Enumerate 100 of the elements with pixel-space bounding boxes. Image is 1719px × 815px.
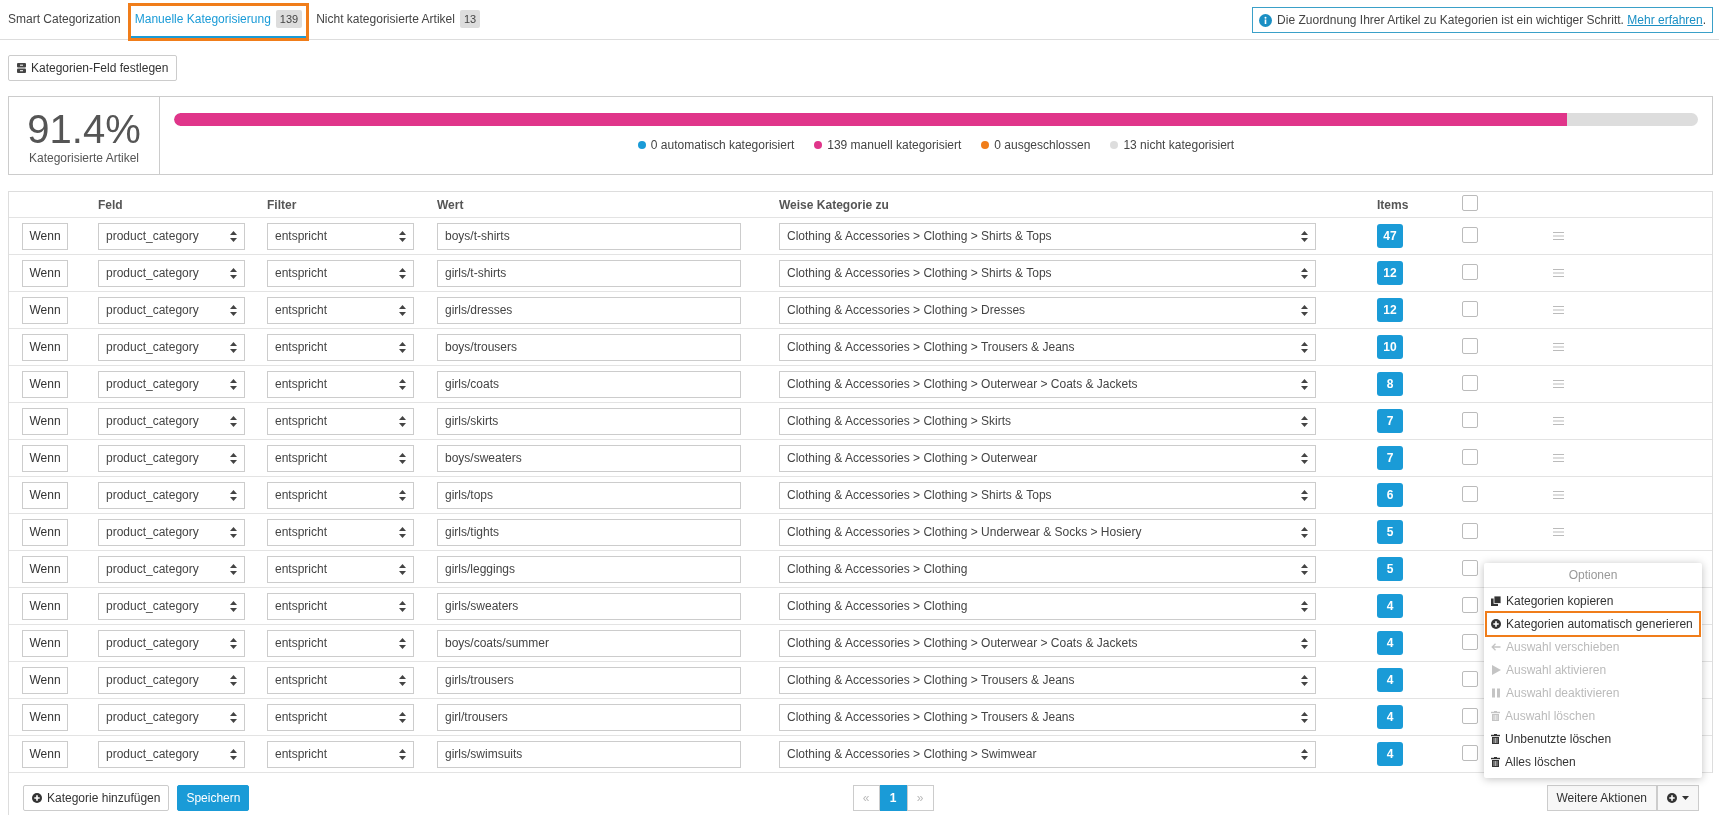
checkbox[interactable] bbox=[1462, 596, 1478, 613]
select-field[interactable]: product_category bbox=[98, 592, 245, 620]
condition-button[interactable]: Wenn bbox=[22, 518, 68, 546]
condition-button[interactable]: Wenn bbox=[22, 333, 68, 361]
checkbox[interactable] bbox=[1462, 559, 1478, 576]
text-field[interactable]: boys/t-shirts bbox=[437, 222, 741, 250]
text-field[interactable]: girls/sweaters bbox=[437, 592, 741, 620]
add-dropdown-button[interactable] bbox=[1657, 785, 1699, 811]
select-field[interactable]: Clothing & Accessories > Clothing > Shirts & Tops bbox=[779, 481, 1316, 509]
text-field[interactable]: girls/leggings bbox=[437, 555, 741, 583]
select-field[interactable]: product_category bbox=[98, 740, 245, 768]
select-field[interactable]: entspricht bbox=[267, 629, 414, 657]
select-field[interactable]: Clothing & Accessories > Clothing > Outerwear bbox=[779, 444, 1316, 472]
checkbox[interactable] bbox=[1462, 744, 1478, 761]
select-field[interactable]: product_category bbox=[98, 296, 245, 324]
condition-button[interactable]: Wenn bbox=[22, 555, 68, 583]
more-actions-button[interactable]: Weitere Aktionen bbox=[1546, 785, 1657, 811]
condition-button[interactable]: Wenn bbox=[22, 481, 68, 509]
checkbox[interactable] bbox=[1462, 263, 1478, 280]
checkbox[interactable] bbox=[1462, 337, 1478, 354]
select-field[interactable]: product_category bbox=[98, 370, 245, 398]
select-field[interactable]: product_category bbox=[98, 703, 245, 731]
select-field[interactable]: entspricht bbox=[267, 407, 414, 435]
text-field[interactable]: girls/t-shirts bbox=[437, 259, 741, 287]
text-field[interactable]: girls/swimsuits bbox=[437, 740, 741, 768]
select-field[interactable]: entspricht bbox=[267, 592, 414, 620]
condition-button[interactable]: Wenn bbox=[22, 703, 68, 731]
learn-more-link[interactable]: Mehr erfahren bbox=[1627, 13, 1703, 27]
select-field[interactable]: product_category bbox=[98, 555, 245, 583]
condition-button[interactable]: Wenn bbox=[22, 407, 68, 435]
select-field[interactable]: entspricht bbox=[267, 222, 414, 250]
select-field[interactable]: entspricht bbox=[267, 518, 414, 546]
condition-button[interactable]: Wenn bbox=[22, 740, 68, 768]
checkbox[interactable] bbox=[1462, 448, 1478, 465]
select-field[interactable]: product_category bbox=[98, 222, 245, 250]
select-field[interactable]: Clothing & Accessories > Clothing bbox=[779, 592, 1316, 620]
condition-button[interactable]: Wenn bbox=[22, 592, 68, 620]
text-field[interactable]: girls/coats bbox=[437, 370, 741, 398]
select-field[interactable]: Clothing & Accessories > Clothing > Trousers & Jeans bbox=[779, 703, 1316, 731]
select-field[interactable]: Clothing & Accessories > Clothing > Trousers & Jeans bbox=[779, 333, 1316, 361]
select-field[interactable]: Clothing & Accessories > Clothing > Outerwear > Coats & Jackets bbox=[779, 629, 1316, 657]
select-field[interactable]: entspricht bbox=[267, 703, 414, 731]
select-field[interactable]: Clothing & Accessories > Clothing > Skirts bbox=[779, 407, 1316, 435]
select-field[interactable]: entspricht bbox=[267, 444, 414, 472]
checkbox[interactable] bbox=[1462, 374, 1478, 391]
menu-item[interactable]: Kategorien kopieren bbox=[1487, 590, 1699, 612]
select-field[interactable]: entspricht bbox=[267, 370, 414, 398]
select-field[interactable]: entspricht bbox=[267, 666, 414, 694]
tab[interactable]: Manuelle Kategorisierung 139 bbox=[130, 6, 307, 38]
select-field[interactable]: entspricht bbox=[267, 333, 414, 361]
condition-button[interactable]: Wenn bbox=[22, 222, 68, 250]
select-field[interactable]: product_category bbox=[98, 629, 245, 657]
select-field[interactable]: Clothing & Accessories > Clothing > Shirts & Tops bbox=[779, 259, 1316, 287]
select-field[interactable]: product_category bbox=[98, 407, 245, 435]
checkbox[interactable] bbox=[1462, 300, 1478, 317]
checkbox[interactable] bbox=[1462, 226, 1478, 243]
select-field[interactable]: Clothing & Accessories > Clothing bbox=[779, 555, 1316, 583]
text-field[interactable]: girl/trousers bbox=[437, 703, 741, 731]
checkbox[interactable] bbox=[1462, 633, 1478, 650]
checkbox[interactable] bbox=[1462, 485, 1478, 502]
select-field[interactable]: Clothing & Accessories > Clothing > Dresses bbox=[779, 296, 1316, 324]
text-field[interactable]: boys/coats/summer bbox=[437, 629, 741, 657]
set-field-button[interactable]: Kategorien-Feld festlegen bbox=[8, 55, 178, 81]
add-category-button[interactable]: Kategorie hinzufügen bbox=[23, 785, 170, 811]
text-field[interactable]: boys/sweaters bbox=[437, 444, 741, 472]
select-field[interactable]: product_category bbox=[98, 333, 245, 361]
select-field[interactable]: Clothing & Accessories > Clothing > Swimwear bbox=[779, 740, 1316, 768]
condition-button[interactable]: Wenn bbox=[22, 296, 68, 324]
select-field[interactable]: Clothing & Accessories > Clothing > Shirts & Tops bbox=[779, 222, 1316, 250]
tab[interactable]: Smart Categorization bbox=[4, 6, 125, 38]
checkbox[interactable] bbox=[1462, 522, 1478, 539]
text-field[interactable]: girls/tights bbox=[437, 518, 741, 546]
condition-button[interactable]: Wenn bbox=[22, 370, 68, 398]
select-field[interactable]: entspricht bbox=[267, 259, 414, 287]
select-field[interactable]: entspricht bbox=[267, 740, 414, 768]
condition-button[interactable]: Wenn bbox=[22, 444, 68, 472]
select-field[interactable]: Clothing & Accessories > Clothing > Trousers & Jeans bbox=[779, 666, 1316, 694]
menu-item[interactable]: Alles löschen bbox=[1487, 751, 1699, 773]
tab[interactable]: Nicht kategorisierte Artikel 13 bbox=[312, 6, 485, 38]
condition-button[interactable]: Wenn bbox=[22, 259, 68, 287]
select-field[interactable]: product_category bbox=[98, 444, 245, 472]
menu-item[interactable]: Kategorien automatisch generieren bbox=[1487, 613, 1699, 635]
select-field[interactable]: entspricht bbox=[267, 555, 414, 583]
text-field[interactable]: girls/skirts bbox=[437, 407, 741, 435]
select-field[interactable]: product_category bbox=[98, 481, 245, 509]
select-field[interactable]: entspricht bbox=[267, 481, 414, 509]
checkbox[interactable] bbox=[1462, 670, 1478, 687]
text-field[interactable]: boys/trousers bbox=[437, 333, 741, 361]
condition-button[interactable]: Wenn bbox=[22, 666, 68, 694]
text-field[interactable]: girls/trousers bbox=[437, 666, 741, 694]
checkbox[interactable] bbox=[1462, 195, 1478, 211]
select-field[interactable]: product_category bbox=[98, 259, 245, 287]
condition-button[interactable]: Wenn bbox=[22, 629, 68, 657]
select-field[interactable]: Clothing & Accessories > Clothing > Outerwear > Coats & Jackets bbox=[779, 370, 1316, 398]
checkbox[interactable] bbox=[1462, 707, 1478, 724]
text-field[interactable]: girls/dresses bbox=[437, 296, 741, 324]
select-field[interactable]: product_category bbox=[98, 518, 245, 546]
menu-item[interactable]: Unbenutzte löschen bbox=[1487, 728, 1699, 750]
select-field[interactable]: product_category bbox=[98, 666, 245, 694]
select-field[interactable]: Clothing & Accessories > Clothing > Underwear & Socks > Hosiery bbox=[779, 518, 1316, 546]
